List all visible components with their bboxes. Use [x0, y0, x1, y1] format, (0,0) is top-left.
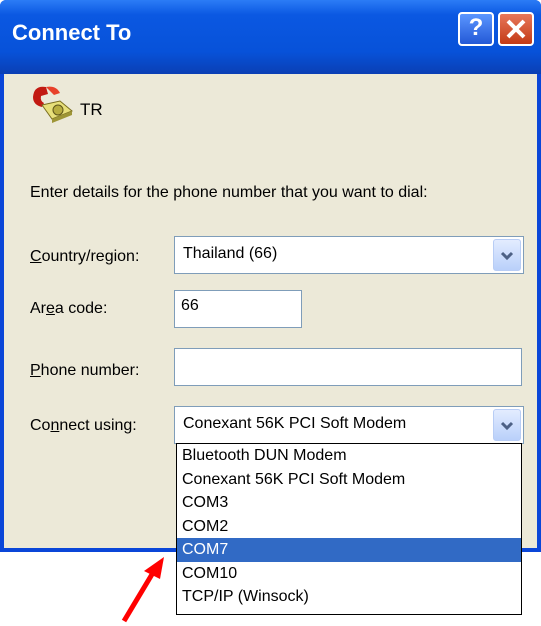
- country-region-select[interactable]: Thailand (66): [174, 236, 524, 274]
- phone-number-label: Phone number:: [30, 362, 140, 379]
- help-button[interactable]: ?: [458, 12, 494, 46]
- area-code-label: Area code:: [30, 300, 108, 317]
- country-region-value: Thailand (66): [183, 245, 278, 262]
- close-button[interactable]: [498, 12, 534, 46]
- country-dropdown-button[interactable]: [493, 239, 521, 271]
- connect-using-value: Conexant 56K PCI Soft Modem: [183, 415, 407, 432]
- list-option-com7[interactable]: COM7: [177, 538, 521, 562]
- list-option-com10[interactable]: COM10: [177, 562, 521, 586]
- close-icon: [506, 19, 526, 39]
- annotation-arrow: [121, 557, 164, 623]
- dropdown-arrow-icon: [500, 251, 514, 261]
- area-code-input[interactable]: 66: [174, 290, 302, 328]
- telephone-icon: [33, 86, 73, 123]
- phone-number-input[interactable]: [174, 348, 522, 386]
- dropdown-arrow-icon: [500, 421, 514, 431]
- connect-using-dropdown-list: Bluetooth DUN Modem Conexant 56K PCI Sof…: [176, 443, 522, 615]
- list-option-conexant-modem[interactable]: Conexant 56K PCI Soft Modem: [177, 468, 521, 492]
- help-icon: ?: [468, 14, 484, 41]
- connect-dropdown-button[interactable]: [493, 409, 521, 441]
- country-region-label: Country/region:: [30, 248, 140, 265]
- title-bar[interactable]: Connect To ?: [0, 0, 541, 74]
- connect-using-select[interactable]: Conexant 56K PCI Soft Modem: [174, 406, 524, 444]
- connection-name: TR: [80, 100, 103, 119]
- dial-instructions: Enter details for the phone number that …: [30, 184, 428, 201]
- list-option-com2[interactable]: COM2: [177, 515, 521, 539]
- list-option-bluetooth-dun-modem[interactable]: Bluetooth DUN Modem: [177, 444, 521, 468]
- connect-using-label: Connect using:: [30, 417, 137, 434]
- list-option-tcp-ip-winsock[interactable]: TCP/IP (Winsock): [177, 585, 521, 609]
- window-title: Connect To: [12, 20, 132, 45]
- list-option-com3[interactable]: COM3: [177, 491, 521, 515]
